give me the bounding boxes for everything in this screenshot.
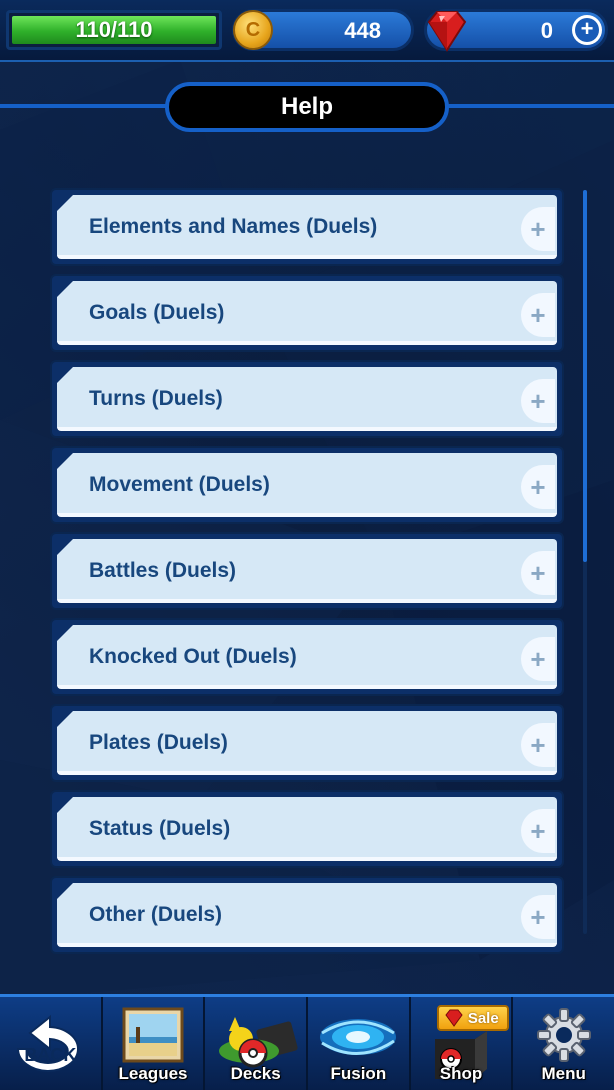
- page-title: Help: [165, 82, 449, 132]
- expand-icon[interactable]: +: [521, 637, 555, 681]
- decks-label: Decks: [230, 1064, 281, 1083]
- help-item[interactable]: Turns (Duels) +: [50, 360, 564, 438]
- expand-icon[interactable]: +: [521, 809, 555, 853]
- hp-value: 110/110: [12, 16, 216, 44]
- gem-icon: [427, 11, 467, 52]
- coin-value: 448: [344, 18, 381, 43]
- expand-icon[interactable]: +: [521, 293, 555, 337]
- help-item-card[interactable]: Knocked Out (Duels) +: [57, 625, 557, 689]
- help-item[interactable]: Plates (Duels) +: [50, 704, 564, 782]
- help-item[interactable]: Elements and Names (Duels) +: [50, 188, 564, 266]
- leagues-button[interactable]: Leagues: [103, 997, 206, 1090]
- help-item[interactable]: Other (Duels) +: [50, 876, 564, 954]
- expand-icon[interactable]: +: [521, 895, 555, 939]
- scrollbar-thumb[interactable]: [583, 190, 587, 562]
- title-divider-left: [0, 104, 168, 108]
- back-label: BACK: [24, 1045, 77, 1065]
- help-item[interactable]: Knocked Out (Duels) +: [50, 618, 564, 696]
- help-item[interactable]: Movement (Duels) +: [50, 446, 564, 524]
- gem-counter: 0 +: [424, 9, 608, 52]
- help-item-label: Turns (Duels): [89, 387, 223, 410]
- shop-button[interactable]: Sale Shop: [411, 997, 514, 1090]
- fusion-button[interactable]: Fusion: [308, 997, 411, 1090]
- status-bar: 110/110 C 448 0 +: [0, 0, 614, 62]
- help-item-card[interactable]: Plates (Duels) +: [57, 711, 557, 775]
- help-item-label: Other (Duels): [89, 903, 223, 926]
- help-item[interactable]: Goals (Duels) +: [50, 274, 564, 352]
- leagues-icon: [122, 1007, 184, 1063]
- buy-gems-button[interactable]: +: [572, 15, 602, 45]
- help-item-card[interactable]: Elements and Names (Duels) +: [57, 195, 557, 259]
- plus-icon: +: [575, 18, 599, 42]
- help-item-card[interactable]: Turns (Duels) +: [57, 367, 557, 431]
- expand-icon[interactable]: +: [521, 723, 555, 767]
- decks-icon: [218, 1017, 298, 1068]
- expand-icon[interactable]: +: [521, 465, 555, 509]
- help-item-label: Status (Duels): [89, 817, 231, 840]
- help-item-label: Knocked Out (Duels): [89, 645, 297, 668]
- shop-label: Shop: [439, 1064, 483, 1083]
- coin-icon: C: [233, 10, 273, 50]
- back-button[interactable]: BACK: [0, 997, 103, 1090]
- expand-icon[interactable]: +: [521, 207, 555, 251]
- help-item-label: Plates (Duels): [89, 731, 228, 754]
- coin-counter: C 448: [232, 9, 414, 51]
- help-item-card[interactable]: Status (Duels) +: [57, 797, 557, 861]
- gear-icon: [536, 1008, 591, 1062]
- expand-icon[interactable]: +: [521, 551, 555, 595]
- title-divider-right: [446, 104, 614, 108]
- help-item[interactable]: Battles (Duels) +: [50, 532, 564, 610]
- help-item[interactable]: Status (Duels) +: [50, 790, 564, 868]
- fusion-label: Fusion: [330, 1064, 387, 1083]
- help-item-card[interactable]: Other (Duels) +: [57, 883, 557, 947]
- menu-label: Menu: [541, 1064, 586, 1083]
- help-item-label: Movement (Duels): [89, 473, 270, 496]
- decks-button[interactable]: Decks: [205, 997, 309, 1090]
- leagues-label: Leagues: [118, 1064, 188, 1083]
- gem-value: 0: [540, 18, 553, 43]
- expand-icon[interactable]: +: [521, 379, 555, 423]
- help-item-card[interactable]: Movement (Duels) +: [57, 453, 557, 517]
- fusion-icon: [320, 1019, 397, 1055]
- help-item-label: Elements and Names (Duels): [89, 215, 378, 238]
- hp-meter: 110/110: [6, 10, 222, 50]
- help-list: Elements and Names (Duels) + Goals (Duels)…: [50, 188, 564, 962]
- bottom-nav: BACK Leagues Decks Fusion Sale Shop Menu: [0, 994, 614, 1090]
- help-item-label: Battles (Duels): [89, 559, 237, 582]
- menu-button[interactable]: Menu: [513, 997, 614, 1090]
- help-item-card[interactable]: Goals (Duels) +: [57, 281, 557, 345]
- help-item-card[interactable]: Battles (Duels) +: [57, 539, 557, 603]
- sale-gem-icon: [445, 1009, 463, 1027]
- help-item-label: Goals (Duels): [89, 301, 225, 324]
- scrollbar[interactable]: [583, 190, 587, 934]
